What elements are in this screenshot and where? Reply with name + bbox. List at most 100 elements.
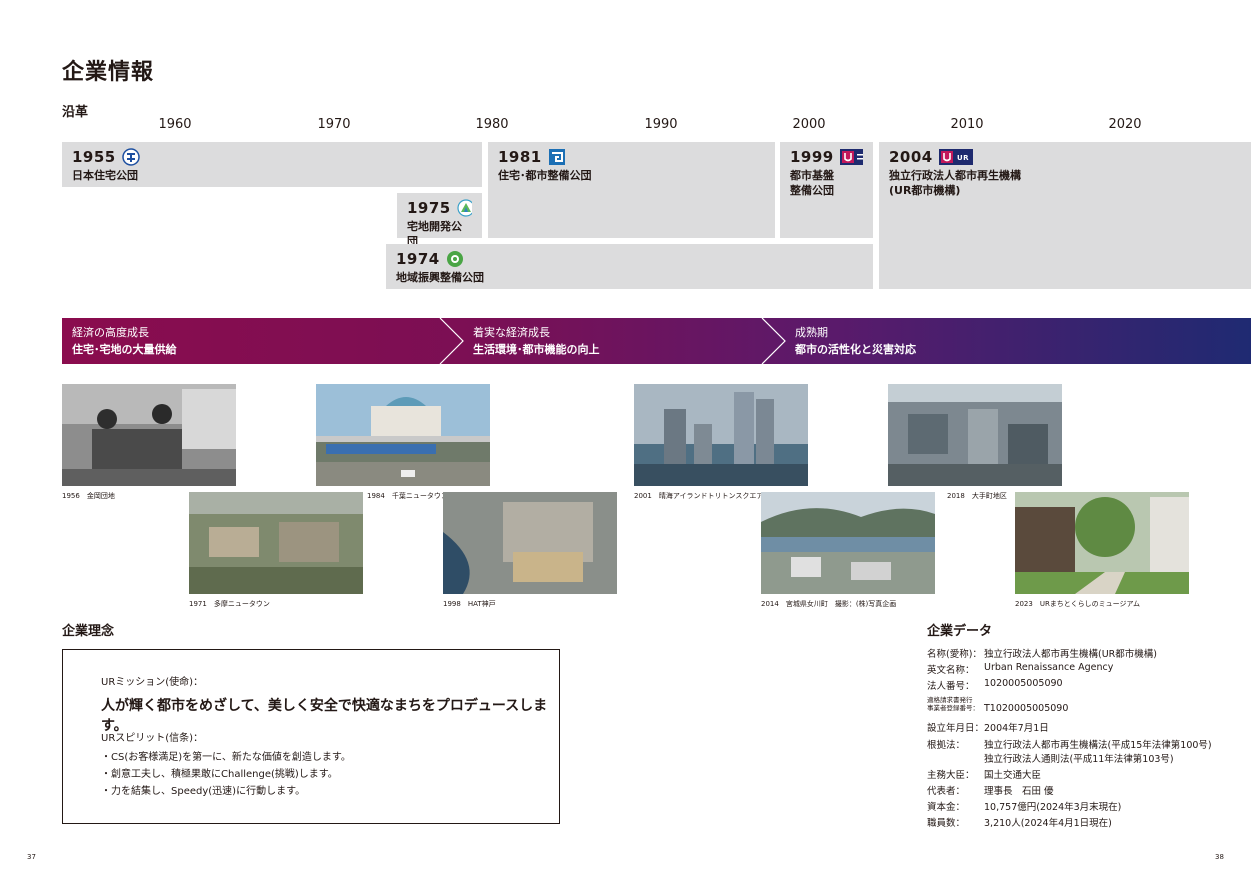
spirit-item: ・CS(お客様満足)を第一に、新たな価値を創造します。 xyxy=(101,752,351,763)
year-2020: 2020 xyxy=(1108,117,1142,132)
data-value-corp-number: 1020005005090 xyxy=(984,678,1063,689)
org-name-line2: 整備公団 xyxy=(790,184,834,197)
history-heading: 沿革 xyxy=(62,105,89,120)
mission-label: URミッション(使命)： xyxy=(101,677,204,688)
photo-museum-image xyxy=(1015,492,1189,594)
rdc-logo-icon xyxy=(446,251,463,267)
org-year: 1955 xyxy=(72,148,116,166)
photo-caption: 2023 URまちとくらしのミュージアム xyxy=(1015,600,1140,608)
data-label-established: 設立年月日： xyxy=(927,723,985,734)
data-label-invoice: 適格請求書発行 事業者登録番号： xyxy=(927,696,979,712)
jhc-logo-icon xyxy=(122,148,140,166)
photo-harumi-image xyxy=(634,384,808,486)
org-block-1955: 1955 日本住宅公団 xyxy=(62,142,482,187)
data-label-invoice-line2: 事業者登録番号： xyxy=(927,704,979,712)
photo-tama-image xyxy=(189,492,363,594)
data-label-capital: 資本金： xyxy=(927,802,966,813)
era-band: 経済の高度成長 住宅･宅地の大量供給 着実な経済成長 生活環境･都市機能の向上 … xyxy=(62,318,1251,364)
era-chevrons xyxy=(439,318,786,364)
spirit-item: ・創意工夫し、積極果敢にChallenge(挑戦)します。 xyxy=(101,769,338,780)
data-value-minister: 国土交通大臣 xyxy=(984,770,1042,781)
era-2-line1: 着実な経済成長 xyxy=(473,326,550,339)
org-name: 地域振興整備公団 xyxy=(396,271,484,284)
data-value-name: 独立行政法人都市再生機構(UR都市機構) xyxy=(984,649,1157,660)
photo-otemachi-image xyxy=(888,384,1062,486)
org-block-1981: 1981 住宅･都市整備公団 xyxy=(488,142,775,238)
org-year: 1974 xyxy=(396,250,440,268)
data-value-capital: 10,757億円(2024年3月末現在) xyxy=(984,802,1122,813)
photo-hat-kobe-image xyxy=(443,492,617,594)
era-3: 成熟期 都市の活性化と災害対応 xyxy=(795,324,916,358)
era-1-line2: 住宅･宅地の大量供給 xyxy=(72,343,177,356)
philosophy-heading: 企業理念 xyxy=(62,624,115,639)
spirit-label: URスピリット(信条)： xyxy=(101,733,204,744)
photo-caption: 2001 晴海アイランドトリトンスクエア xyxy=(634,492,764,500)
photo-kanaoka xyxy=(62,384,236,486)
photo-tama xyxy=(189,492,363,594)
photo-caption: 2018 大手町地区 xyxy=(947,492,1007,500)
photo-caption: 1984 千葉ニュータウン xyxy=(367,492,448,500)
org-year: 2004 xyxy=(889,148,933,166)
ur-logo-icon: UR xyxy=(938,149,973,165)
era-1-line1: 経済の高度成長 xyxy=(72,326,149,339)
data-value-english: Urban Renaissance Agency xyxy=(984,662,1114,673)
spirit-item: ・力を結集し、Speedy(迅速)に行動します。 xyxy=(101,786,306,797)
data-label-invoice-line1: 適格請求書発行 xyxy=(927,696,973,704)
photo-harumi xyxy=(634,384,808,486)
year-2010: 2010 xyxy=(950,117,984,132)
org-block-1974: 1974 地域振興整備公団 xyxy=(386,244,873,289)
page-title: 企業情報 xyxy=(62,60,155,85)
era-2: 着実な経済成長 生活環境･都市機能の向上 xyxy=(473,324,600,358)
org-year: 1999 xyxy=(790,148,834,166)
photo-chiba xyxy=(316,384,490,486)
page-number-right: 38 xyxy=(1215,853,1224,861)
data-value-invoice: T1020005005090 xyxy=(984,703,1069,714)
era-3-line1: 成熟期 xyxy=(795,326,828,339)
org-year: 1981 xyxy=(498,148,542,166)
photo-caption: 1956 金岡団地 xyxy=(62,492,115,500)
org-name: 独立行政法人都市再生機構 xyxy=(889,169,1021,182)
udc-logo-icon xyxy=(839,149,863,165)
hudc-logo-icon xyxy=(548,149,565,165)
photo-museum xyxy=(1015,492,1189,594)
org-block-2004: 2004 UR 独立行政法人都市再生機構 (UR都市機構) xyxy=(879,142,1251,289)
photo-onagawa-image xyxy=(761,492,935,594)
data-label-law: 根拠法： xyxy=(927,740,966,751)
data-label-name: 名称(愛称)： xyxy=(927,649,982,660)
data-label-representative: 代表者： xyxy=(927,786,966,797)
photo-caption: 1998 HAT神戸 xyxy=(443,600,496,608)
photo-caption: 2014 宮城県女川町 撮影：(株)写真企画 xyxy=(761,600,897,608)
data-value-law-2: 独立行政法人通則法(平成11年法律第103号) xyxy=(984,754,1174,765)
data-label-corp-number: 法人番号： xyxy=(927,681,975,692)
data-label-english: 英文名称： xyxy=(927,665,975,676)
photo-caption: 1971 多摩ニュータウン xyxy=(189,600,270,608)
org-block-1999: 1999 都市基盤 整備公団 xyxy=(780,142,873,238)
hdpc-logo-icon xyxy=(457,199,472,217)
year-1970: 1970 xyxy=(317,117,351,132)
year-1990: 1990 xyxy=(644,117,678,132)
photo-otemachi xyxy=(888,384,1062,486)
page-number-left: 37 xyxy=(27,853,36,861)
company-data-heading: 企業データ xyxy=(927,624,993,639)
org-name: 住宅･都市整備公団 xyxy=(498,169,592,182)
philosophy-box: URミッション(使命)： 人が輝く都市をめざして、美しく安全で快適なまちをプロデ… xyxy=(62,649,560,824)
org-name: 都市基盤 xyxy=(790,169,834,182)
data-value-employees: 3,210人(2024年4月1日現在) xyxy=(984,818,1112,829)
photo-onagawa xyxy=(761,492,935,594)
spirit-list: ・CS(お客様満足)を第一に、新たな価値を創造します。 ・創意工夫し、積極果敢に… xyxy=(101,749,351,800)
year-2000: 2000 xyxy=(792,117,826,132)
data-value-representative: 理事長 石田 優 xyxy=(984,786,1054,797)
photo-kanaoka-image xyxy=(62,384,236,486)
photo-chiba-image xyxy=(316,384,490,486)
org-block-1975: 1975 宅地開発公団 xyxy=(397,193,482,248)
era-3-line2: 都市の活性化と災害対応 xyxy=(795,343,916,356)
data-value-law: 独立行政法人都市再生機構法(平成15年法律第100号) xyxy=(984,740,1212,751)
org-name-line2: (UR都市機構) xyxy=(889,184,961,197)
year-1980: 1980 xyxy=(475,117,509,132)
data-label-employees: 職員数： xyxy=(927,818,966,829)
era-2-line2: 生活環境･都市機能の向上 xyxy=(473,343,600,356)
photo-hat-kobe xyxy=(443,492,617,594)
svg-text:UR: UR xyxy=(957,154,969,162)
era-1: 経済の高度成長 住宅･宅地の大量供給 xyxy=(72,324,177,358)
data-value-established: 2004年7月1日 xyxy=(984,723,1049,734)
